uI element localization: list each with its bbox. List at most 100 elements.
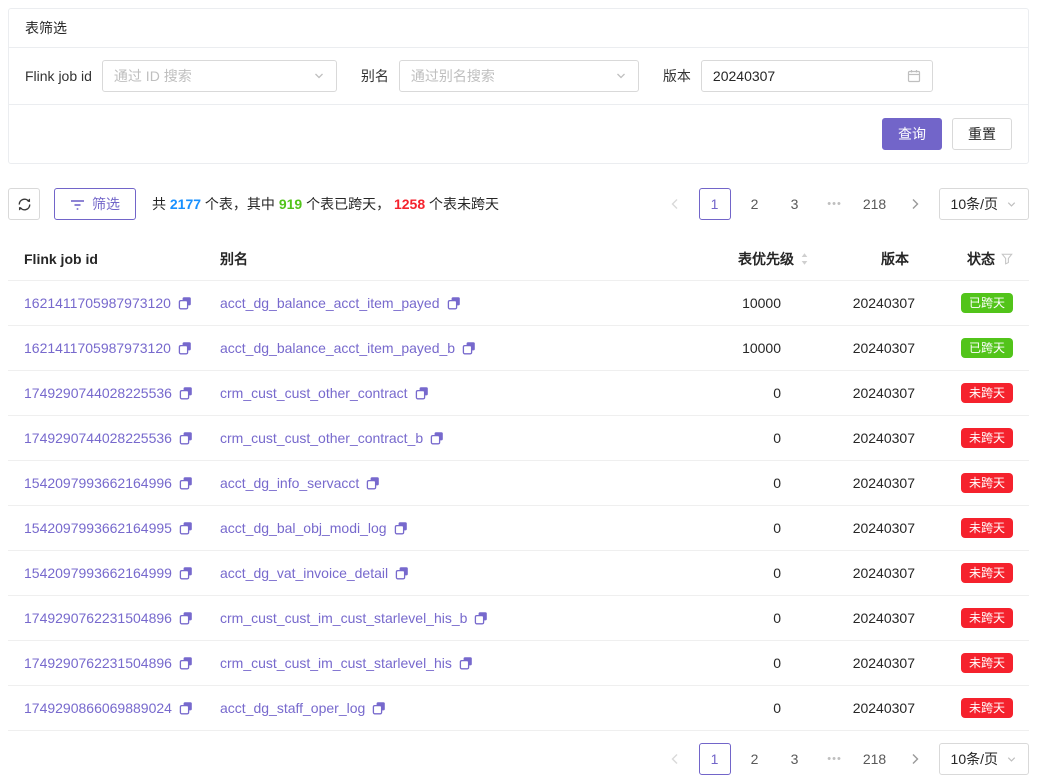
filter-button-label: 筛选: [92, 194, 120, 214]
total-count: 2177: [170, 196, 201, 212]
page-button-3[interactable]: 3: [779, 188, 811, 220]
priority-value: 0: [693, 371, 825, 416]
table-row: 1749290744028225536 crm_cust_cust_other_…: [8, 416, 1029, 461]
sort-carets-icon[interactable]: [800, 252, 809, 266]
copy-icon[interactable]: [372, 701, 386, 715]
page-size-select[interactable]: 10条/页: [939, 743, 1029, 775]
filter-button[interactable]: 筛选: [54, 188, 136, 220]
prev-page-button[interactable]: [659, 743, 691, 775]
job-id-link[interactable]: 1749290762231504896: [24, 610, 172, 626]
version-label: 版本: [663, 66, 691, 86]
chevron-down-icon: [313, 70, 325, 82]
calendar-icon: [907, 69, 921, 83]
crossed-count: 919: [279, 196, 302, 212]
status-badge: 未跨天: [961, 698, 1013, 718]
version-value: 20240307: [825, 551, 925, 596]
copy-icon[interactable]: [179, 656, 193, 670]
refresh-button[interactable]: [8, 188, 40, 220]
copy-icon[interactable]: [447, 296, 461, 310]
copy-icon[interactable]: [179, 431, 193, 445]
alias-link[interactable]: acct_dg_vat_invoice_detail: [220, 565, 388, 581]
job-id-link[interactable]: 1621411705987973120: [24, 340, 171, 356]
copy-icon[interactable]: [395, 566, 409, 580]
job-id-link[interactable]: 1542097993662164999: [24, 565, 172, 581]
page-button-2[interactable]: 2: [739, 188, 771, 220]
alias-link[interactable]: acct_dg_bal_obj_modi_log: [220, 520, 387, 536]
job-id-link[interactable]: 1542097993662164995: [24, 520, 172, 536]
chevron-down-icon: [1006, 754, 1017, 765]
version-value: 20240307: [825, 686, 925, 731]
col-header-status[interactable]: 状态: [925, 238, 1029, 281]
copy-icon[interactable]: [179, 476, 193, 490]
jobid-placeholder: 通过 ID 搜索: [114, 66, 313, 86]
copy-icon[interactable]: [430, 431, 444, 445]
priority-value: 0: [693, 641, 825, 686]
funnel-filter-icon[interactable]: [1001, 253, 1013, 265]
status-badge: 未跨天: [961, 608, 1013, 628]
page-button-2[interactable]: 2: [739, 743, 771, 775]
table-body: 1621411705987973120 acct_dg_balance_acct…: [8, 281, 1029, 731]
search-button[interactable]: 查询: [882, 118, 942, 150]
alias-link[interactable]: crm_cust_cust_im_cust_starlevel_his_b: [220, 610, 467, 626]
alias-select[interactable]: 通过别名搜索: [399, 60, 639, 92]
prev-page-button[interactable]: [659, 188, 691, 220]
copy-icon[interactable]: [366, 476, 380, 490]
copy-icon[interactable]: [415, 386, 429, 400]
status-badge: 未跨天: [961, 518, 1013, 538]
page-button-1[interactable]: 1: [699, 743, 731, 775]
version-date-input[interactable]: 20240307: [701, 60, 933, 92]
job-id-link[interactable]: 1749290866069889024: [24, 700, 172, 716]
alias-link[interactable]: crm_cust_cust_other_contract_b: [220, 430, 423, 446]
copy-icon[interactable]: [394, 521, 408, 535]
refresh-icon: [17, 197, 32, 212]
priority-value: 10000: [693, 326, 825, 371]
col-header-priority[interactable]: 表优先级: [693, 238, 825, 281]
page-button-1[interactable]: 1: [699, 188, 731, 220]
alias-link[interactable]: acct_dg_balance_acct_item_payed: [220, 295, 440, 311]
priority-value: 10000: [693, 281, 825, 326]
job-id-link[interactable]: 1749290762231504896: [24, 655, 172, 671]
copy-icon[interactable]: [179, 611, 193, 625]
copy-icon[interactable]: [179, 521, 193, 535]
page-button-last[interactable]: 218: [859, 188, 891, 220]
priority-value: 0: [693, 461, 825, 506]
alias-link[interactable]: acct_dg_staff_oper_log: [220, 700, 365, 716]
table-row: 1621411705987973120 acct_dg_balance_acct…: [8, 281, 1029, 326]
next-page-button[interactable]: [899, 188, 931, 220]
copy-icon[interactable]: [179, 701, 193, 715]
page-button-3[interactable]: 3: [779, 743, 811, 775]
page-size-select[interactable]: 10条/页: [939, 188, 1029, 220]
table-count-summary: 共 2177 个表，其中 919 个表已跨天， 1258 个表未跨天: [152, 194, 499, 214]
job-id-link[interactable]: 1621411705987973120: [24, 295, 171, 311]
alias-link[interactable]: crm_cust_cust_im_cust_starlevel_his: [220, 655, 452, 671]
page-button-last[interactable]: 218: [859, 743, 891, 775]
copy-icon[interactable]: [178, 341, 192, 355]
job-id-link[interactable]: 1749290744028225536: [24, 385, 172, 401]
jobid-select[interactable]: 通过 ID 搜索: [102, 60, 337, 92]
job-id-link[interactable]: 1749290744028225536: [24, 430, 172, 446]
page-size-label: 10条/页: [951, 749, 998, 769]
next-page-button[interactable]: [899, 743, 931, 775]
version-value: 20240307: [825, 461, 925, 506]
version-value: 20240307: [825, 641, 925, 686]
priority-value: 0: [693, 416, 825, 461]
copy-icon[interactable]: [474, 611, 488, 625]
alias-link[interactable]: acct_dg_info_servacct: [220, 475, 359, 491]
alias-link[interactable]: crm_cust_cust_other_contract: [220, 385, 408, 401]
version-value: 20240307: [825, 281, 925, 326]
uncrossed-count: 1258: [394, 196, 425, 212]
page-size-label: 10条/页: [951, 194, 998, 214]
copy-icon[interactable]: [178, 296, 192, 310]
alias-link[interactable]: acct_dg_balance_acct_item_payed_b: [220, 340, 455, 356]
version-value: 20240307: [713, 68, 907, 84]
copy-icon[interactable]: [462, 341, 476, 355]
copy-icon[interactable]: [179, 566, 193, 580]
copy-icon[interactable]: [459, 656, 473, 670]
reset-button[interactable]: 重置: [952, 118, 1012, 150]
page-ellipsis: •••: [819, 188, 851, 220]
priority-value: 0: [693, 506, 825, 551]
job-id-link[interactable]: 1542097993662164996: [24, 475, 172, 491]
priority-value: 0: [693, 686, 825, 731]
copy-icon[interactable]: [179, 386, 193, 400]
summary-text: 个表，其中: [201, 196, 279, 212]
